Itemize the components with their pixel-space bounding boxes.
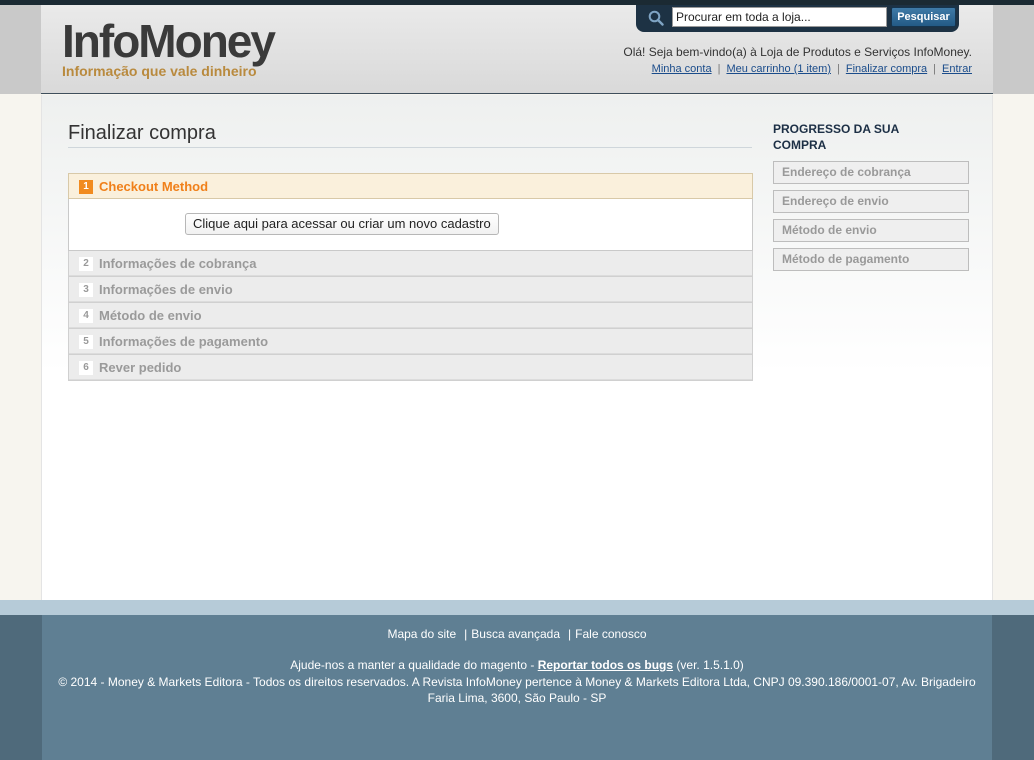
progress-billing-address: Endereço de cobrança (773, 161, 969, 184)
search-button[interactable]: Pesquisar (891, 7, 956, 27)
logo-tagline: Informação que vale dinheiro (62, 63, 257, 79)
my-cart-link[interactable]: Meu carrinho (1 item) (726, 63, 831, 75)
progress-shipping-address: Endereço de envio (773, 190, 969, 213)
step-number: 2 (79, 257, 93, 271)
site-logo[interactable]: InfoMoney Informação que vale dinheiro (62, 15, 276, 79)
step-payment-info: 5 Informações de pagamento (68, 329, 753, 355)
step-title: Informações de pagamento (99, 334, 269, 349)
step-number: 4 (79, 309, 93, 323)
separator: | (933, 63, 937, 75)
step-number: 5 (79, 335, 93, 349)
sitemap-link[interactable]: Mapa do site (387, 627, 456, 641)
logo-wordmark: InfoMoney (62, 15, 276, 67)
search-input[interactable] (672, 7, 887, 27)
header-left-margin (0, 5, 41, 94)
footer-left-margin (0, 615, 42, 760)
footer-stripe (0, 600, 1034, 615)
step-number: 1 (79, 180, 93, 194)
progress-payment-method: Método de pagamento (773, 248, 969, 271)
version-text: (ver. 1.5.1.0) (673, 658, 744, 672)
step-title: Informações de envio (99, 282, 233, 297)
login-or-register-button[interactable]: Clique aqui para acessar ou criar um nov… (185, 213, 499, 235)
welcome-message: Olá! Seja bem-vindo(a) à Loja de Produto… (623, 45, 972, 59)
sidebar-title: PROGRESSO DA SUA COMPRA (773, 122, 899, 152)
my-account-link[interactable]: Minha conta (652, 63, 712, 75)
step-shipping-info: 3 Informações de envio (68, 277, 753, 303)
search-bar: Pesquisar (636, 5, 959, 32)
step-title: Método de envio (99, 308, 202, 323)
login-link[interactable]: Entrar (942, 63, 972, 75)
checkout-progress-sidebar: PROGRESSO DA SUA COMPRA Endereço de cobr… (773, 121, 969, 271)
step-number: 6 (79, 361, 93, 375)
step-shipping-method: 4 Método de envio (68, 303, 753, 329)
step-order-review: 6 Rever pedido (68, 355, 753, 381)
separator: | (717, 63, 721, 75)
checkout-steps: 1 Checkout Method Clique aqui para acess… (68, 173, 753, 381)
checkout-link[interactable]: Finalizar compra (846, 63, 927, 75)
help-prefix: Ajude-nos a manter a qualidade do magent… (290, 658, 538, 672)
footer-links: Mapa do site | Busca avançada | Fale conosco (0, 627, 1034, 641)
step-title: Checkout Method (99, 179, 209, 194)
step-billing-info: 2 Informações de cobrança (68, 251, 753, 277)
title-divider (68, 147, 752, 148)
report-bugs-link[interactable]: Reportar todos os bugs (538, 658, 673, 672)
header-links: Minha conta | Meu carrinho (1 item) | Finali… (652, 63, 972, 75)
footer-info: Ajude-nos a manter a qualidade do magent… (50, 657, 984, 707)
step-checkout-method-body: Clique aqui para acessar ou criar um nov… (68, 199, 753, 251)
separator: | (837, 63, 840, 75)
header-right-margin (993, 5, 1034, 94)
separator: | (464, 627, 468, 641)
step-number: 3 (79, 283, 93, 297)
contact-link[interactable]: Fale conosco (575, 627, 646, 641)
footer-right-margin (992, 615, 1034, 760)
step-title: Rever pedido (99, 360, 182, 375)
page-title: Finalizar compra (68, 122, 216, 144)
main-content: Finalizar compra 1 Checkout Method Cliqu… (41, 95, 993, 600)
search-icon (648, 10, 664, 26)
progress-shipping-method: Método de envio (773, 219, 969, 242)
step-checkout-method[interactable]: 1 Checkout Method (68, 173, 753, 199)
separator: | (568, 627, 572, 641)
copyright-text: © 2014 - Money & Markets Editora - Todos… (58, 674, 976, 706)
bug-report-line: Ajude-nos a manter a qualidade do magent… (50, 657, 984, 674)
advanced-search-link[interactable]: Busca avançada (471, 627, 560, 641)
step-title: Informações de cobrança (99, 256, 257, 271)
footer: Mapa do site | Busca avançada | Fale conosco… (0, 615, 1034, 760)
